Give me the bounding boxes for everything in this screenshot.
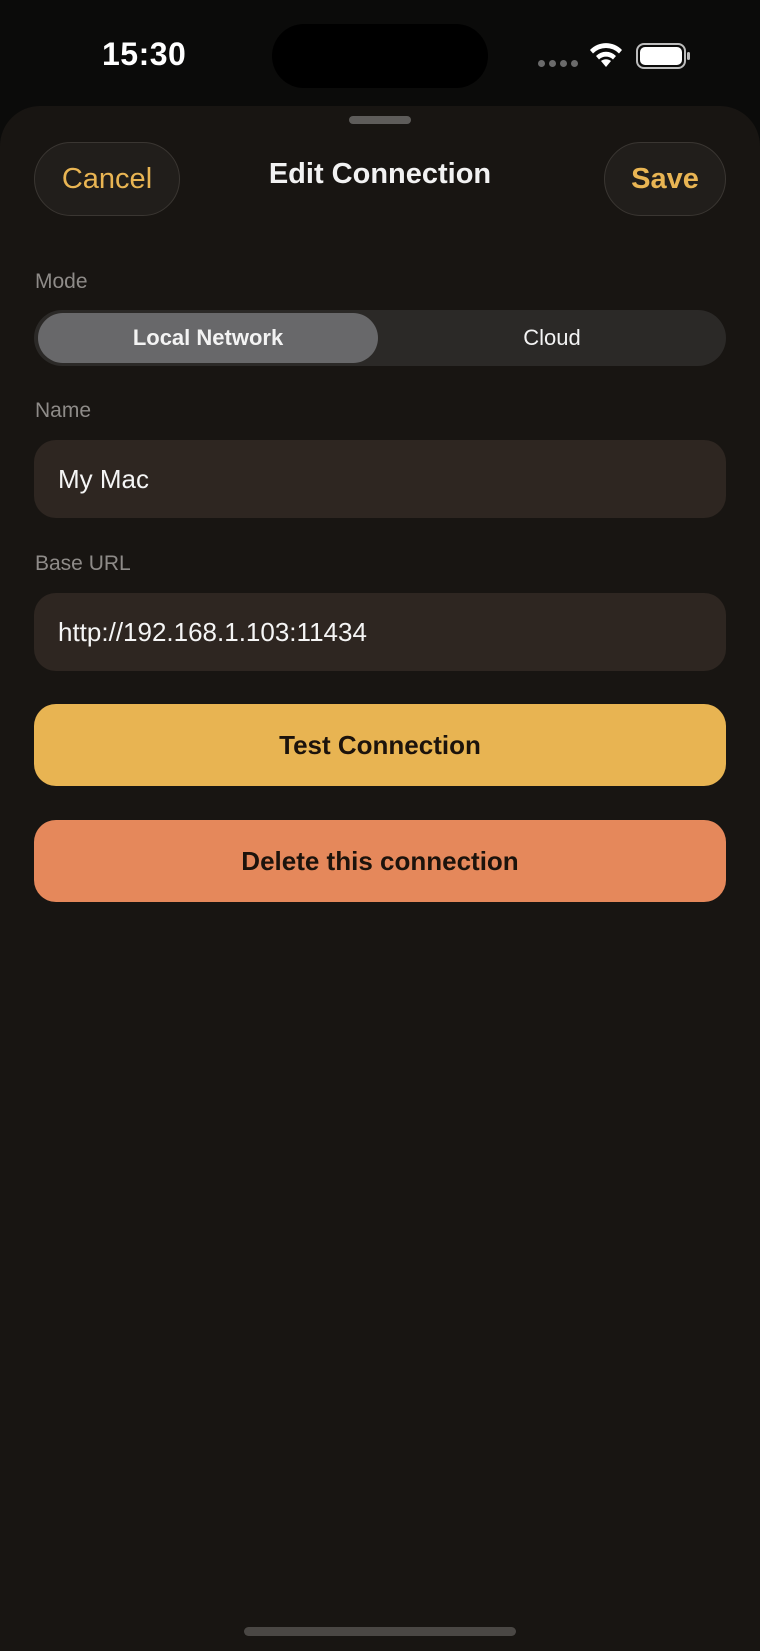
mode-label: Mode (35, 270, 88, 293)
name-field[interactable]: My Mac (34, 440, 726, 518)
sheet-grabber[interactable] (349, 116, 411, 124)
wifi-icon (590, 43, 622, 67)
base-url-label: Base URL (35, 552, 131, 575)
save-button[interactable]: Save (604, 142, 726, 216)
segment-cloud[interactable]: Cloud (382, 313, 722, 363)
mode-segmented-control: Local Network Cloud (34, 310, 726, 366)
test-connection-button[interactable]: Test Connection (34, 704, 726, 786)
status-time: 15:30 (102, 36, 187, 72)
edit-connection-sheet: Cancel Edit Connection Save Mode Local N… (0, 106, 760, 1651)
dynamic-island (272, 24, 488, 88)
status-bar: 15:30 (0, 0, 760, 108)
cellular-dots-icon (538, 60, 578, 67)
name-label: Name (35, 399, 92, 422)
delete-connection-button[interactable]: Delete this connection (34, 820, 726, 902)
segment-local-network[interactable]: Local Network (38, 313, 378, 363)
screen: 15:30 Cancel Edit Connection Save Mode L… (0, 0, 760, 1651)
home-indicator[interactable] (244, 1627, 516, 1636)
battery-icon (636, 43, 690, 69)
base-url-field[interactable]: http://192.168.1.103:11434 (34, 593, 726, 671)
